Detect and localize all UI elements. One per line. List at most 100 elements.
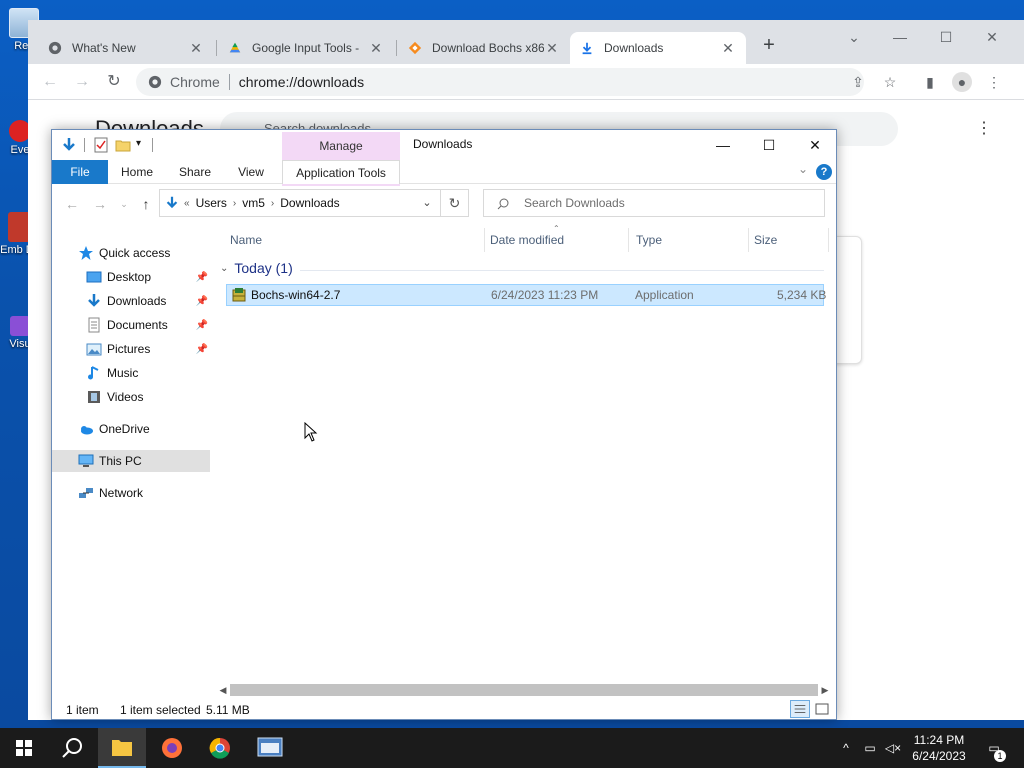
pictures-icon: [86, 343, 102, 356]
recent-locations-icon[interactable]: ⌄: [114, 194, 134, 214]
scroll-right-icon[interactable]: ▶: [818, 682, 832, 698]
details-view-icon[interactable]: [790, 700, 810, 718]
ribbon-expand-icon[interactable]: ⌄: [798, 162, 808, 176]
address-bar[interactable]: « Users › vm5 › Downloads: [159, 189, 441, 217]
horizontal-scrollbar[interactable]: ◀ ▶: [216, 682, 832, 698]
nav-videos[interactable]: Videos: [52, 386, 210, 408]
ribbon-tab-home[interactable]: Home: [114, 160, 160, 184]
tab-title: Downloads: [604, 41, 664, 55]
share-icon[interactable]: ⇪: [848, 72, 868, 92]
file-list: ⌃ Name Date modified Type Size ⌄ Today (…: [216, 222, 832, 682]
clock-date: 6/24/2023: [912, 749, 966, 763]
breadcrumb-overflow[interactable]: «: [184, 198, 190, 209]
close-tab-icon[interactable]: ✕: [544, 40, 560, 57]
network-tray-icon[interactable]: ▭: [858, 728, 882, 768]
show-hidden-icons-icon[interactable]: ^: [836, 728, 856, 768]
tab-download-bochs[interactable]: Download Bochs x86 ✕: [398, 32, 570, 64]
minimize-button[interactable]: —: [882, 24, 918, 50]
new-tab-button[interactable]: +: [758, 34, 780, 57]
ribbon-tab-application-tools[interactable]: Application Tools: [282, 160, 400, 184]
pin-icon[interactable]: 📌: [196, 272, 208, 283]
nav-music[interactable]: Music: [52, 362, 210, 384]
breadcrumb-vm5[interactable]: vm5: [242, 196, 265, 210]
close-button[interactable]: ✕: [974, 24, 1010, 50]
explorer-minimize-button[interactable]: —: [700, 132, 746, 158]
nav-desktop[interactable]: Desktop 📌: [52, 266, 210, 288]
close-tab-icon[interactable]: ✕: [720, 40, 736, 57]
close-tab-icon[interactable]: ✕: [188, 40, 204, 57]
collapse-chevron-icon[interactable]: ⌄: [220, 263, 228, 274]
explorer-close-button[interactable]: ✕: [792, 132, 838, 158]
ribbon-tab-share[interactable]: Share: [172, 160, 218, 184]
taskbar: ^ ▭ ◁× 11:24 PM 6/24/2023 ▭ 1: [0, 728, 1024, 768]
back-button[interactable]: ←: [62, 194, 82, 214]
breadcrumb-downloads[interactable]: Downloads: [280, 196, 339, 210]
nav-this-pc[interactable]: This PC: [52, 450, 210, 472]
ribbon-tab-view[interactable]: View: [228, 160, 274, 184]
side-panel-icon[interactable]: ▮: [920, 72, 940, 92]
scrollbar-thumb[interactable]: [230, 684, 818, 696]
file-row[interactable]: Bochs-win64-2.7 6/24/2023 11:23 PM Appli…: [226, 284, 827, 306]
search-downloads-input[interactable]: Search Downloads: [483, 189, 825, 217]
profile-avatar-icon[interactable]: ●: [952, 72, 972, 92]
app-window-icon[interactable]: [246, 728, 294, 768]
nav-label: Quick access: [99, 246, 171, 260]
nav-pictures[interactable]: Pictures 📌: [52, 338, 210, 360]
explorer-maximize-button[interactable]: ☐: [746, 132, 792, 158]
breadcrumb-users[interactable]: Users: [196, 196, 227, 210]
search-icon[interactable]: [48, 728, 96, 768]
tab-downloads[interactable]: Downloads ✕: [570, 32, 746, 64]
qat-dropdown-icon[interactable]: ▾: [136, 138, 141, 149]
file-date: 6/24/2023 11:23 PM: [491, 288, 599, 302]
downloads-menu-icon[interactable]: ⋮: [976, 118, 992, 138]
bookmark-star-icon[interactable]: ☆: [880, 72, 900, 92]
file-type: Application: [635, 288, 694, 302]
close-tab-icon[interactable]: ✕: [368, 40, 384, 57]
tab-title: Download Bochs x86: [432, 41, 544, 55]
group-header-today[interactable]: ⌄ Today (1): [220, 260, 293, 276]
pin-icon[interactable]: 📌: [196, 320, 208, 331]
nav-quick-access[interactable]: Quick access: [52, 242, 210, 264]
group-label: Today (1): [234, 260, 293, 276]
reload-button[interactable]: ↻: [102, 70, 126, 94]
volume-muted-icon[interactable]: ◁×: [882, 728, 904, 768]
clock[interactable]: 11:24 PM 6/24/2023: [904, 732, 974, 764]
pin-icon[interactable]: 📌: [196, 344, 208, 355]
maximize-button[interactable]: ☐: [928, 24, 964, 50]
large-icons-view-icon[interactable]: [812, 700, 832, 718]
scroll-left-icon[interactable]: ◀: [216, 682, 230, 698]
firefox-icon[interactable]: [148, 728, 196, 768]
new-folder-icon[interactable]: [114, 136, 132, 154]
nav-downloads[interactable]: Downloads 📌: [52, 290, 210, 312]
refresh-button[interactable]: ↻: [441, 189, 469, 217]
taskbar-file-explorer[interactable]: [98, 728, 146, 768]
column-header-size[interactable]: Size: [754, 230, 777, 250]
windows-start-icon[interactable]: [0, 728, 48, 768]
omnibox[interactable]: Chrome chrome://downloads: [136, 68, 864, 96]
tab-whats-new[interactable]: What's New ✕: [38, 32, 214, 64]
menu-kebab-icon[interactable]: ⋮: [984, 72, 1004, 92]
tab-search-icon[interactable]: ⌄: [836, 24, 872, 50]
tab-google-input-tools[interactable]: Google Input Tools - ✕: [218, 32, 394, 64]
forward-button[interactable]: →: [70, 70, 94, 94]
nav-network[interactable]: Network: [52, 482, 210, 504]
column-header-name[interactable]: Name: [230, 230, 262, 250]
back-button[interactable]: ←: [38, 70, 62, 94]
address-dropdown-icon[interactable]: ⌄: [414, 189, 440, 217]
chrome-icon[interactable]: [196, 728, 244, 768]
network-icon: [79, 488, 93, 498]
forward-button[interactable]: →: [90, 194, 110, 214]
up-button[interactable]: ↑: [136, 194, 156, 214]
pin-icon[interactable]: 📌: [196, 296, 208, 307]
help-icon[interactable]: ?: [816, 164, 832, 180]
notification-center-button[interactable]: ▭ 1: [980, 728, 1008, 768]
column-header-date-modified[interactable]: Date modified: [490, 230, 564, 250]
file-size: 5,234 KB: [777, 288, 827, 302]
ribbon-tab-file[interactable]: File: [52, 160, 108, 184]
omnibox-url: chrome://downloads: [238, 74, 365, 90]
properties-icon[interactable]: [92, 136, 110, 154]
nav-documents[interactable]: Documents 📌: [52, 314, 210, 336]
column-header-type[interactable]: Type: [636, 230, 662, 250]
nav-label: OneDrive: [99, 422, 150, 436]
nav-onedrive[interactable]: OneDrive: [52, 418, 210, 440]
